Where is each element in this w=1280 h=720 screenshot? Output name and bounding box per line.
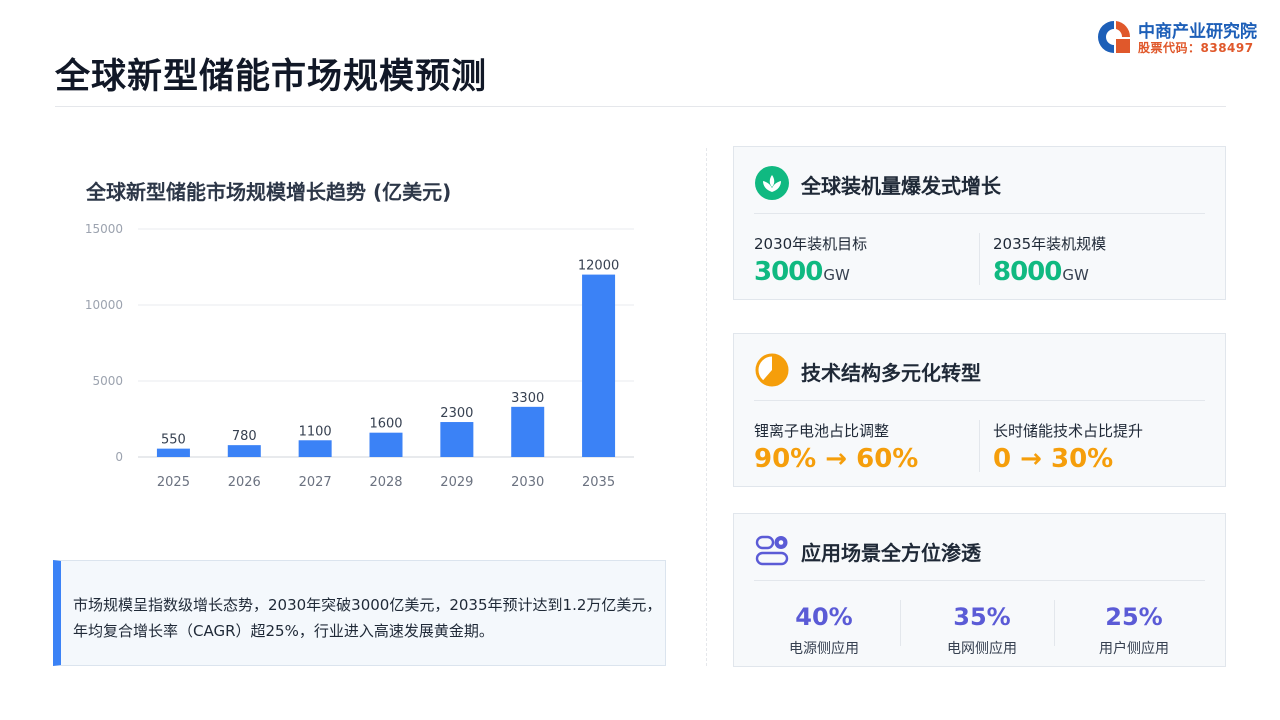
company-logo: 中商产业研究院 股票代码：838497 <box>1096 17 1276 57</box>
install-2030-label: 2030年装机目标 <box>754 235 868 253</box>
bar-value-label: 2300 <box>440 406 473 421</box>
card-install-divider <box>754 213 1205 214</box>
app-user-value: 25% <box>1105 603 1163 631</box>
app-user-label: 用户侧应用 <box>1099 641 1169 657</box>
x-tick-label: 2025 <box>157 475 190 490</box>
y-tick-label: 15000 <box>85 222 123 236</box>
x-tick-label: 2028 <box>369 475 402 490</box>
lithium-share-value: 90% → 60% <box>754 444 919 474</box>
card-install: 全球装机量爆发式增长 2030年装机目标 3000GW 2035年装机规模 80… <box>733 146 1226 300</box>
logo-mark-icon <box>1098 21 1131 53</box>
x-tick-label: 2035 <box>582 475 615 490</box>
x-tick-label: 2030 <box>511 475 544 490</box>
column-divider <box>706 148 707 666</box>
bar <box>582 274 616 457</box>
bar <box>227 445 261 457</box>
install-2030-value: 3000 <box>754 257 823 287</box>
stock-code: 股票代码：838497 <box>1138 41 1254 55</box>
card-install-column-divider <box>979 233 980 285</box>
sprout-icon <box>755 166 789 200</box>
card-apps: 应用场景全方位渗透 40% 电源侧应用 35% 电网侧应用 25% 用户侧应用 <box>733 513 1226 667</box>
summary-note-text: 市场规模呈指数级增长态势，2030年突破3000亿美元，2035年预计达到1.2… <box>73 596 662 640</box>
bar-value-label: 12000 <box>578 259 619 274</box>
x-tick-label: 2027 <box>299 475 332 490</box>
bar <box>298 440 332 457</box>
toggle-settings-icon <box>755 535 789 566</box>
y-tick-label: 0 <box>115 450 123 464</box>
bar <box>156 448 190 457</box>
bar-chart: 0 5000 10000 15000 550 2025 780 2026 1100 2027 160… <box>85 222 634 490</box>
long-duration-share-label: 长时储能技术占比提升 <box>993 422 1144 440</box>
install-2035-label: 2035年装机规模 <box>993 235 1107 253</box>
x-tick-label: 2026 <box>228 475 261 490</box>
x-tick-label: 2029 <box>440 475 473 490</box>
long-duration-share-value: 0 → 30% <box>993 444 1114 474</box>
card-apps-divider-1 <box>900 600 901 646</box>
card-tech-column-divider <box>979 420 980 472</box>
install-2035-value: 8000 <box>993 257 1062 287</box>
summary-note: 市场规模呈指数级增长态势，2030年突破3000亿美元，2035年预计达到1.2… <box>53 560 666 666</box>
app-grid-label: 电网侧应用 <box>947 641 1017 657</box>
y-tick-label: 5000 <box>92 374 123 388</box>
install-2030-unit: GW <box>823 266 850 284</box>
install-2035-value-wrap: 8000GW <box>993 257 1089 287</box>
bar-value-label: 3300 <box>511 391 544 406</box>
bar <box>511 406 545 457</box>
bar-value-label: 1100 <box>299 424 332 439</box>
card-apps-divider <box>754 580 1205 581</box>
install-2030-value-wrap: 3000GW <box>754 257 850 287</box>
card-tech-divider <box>754 400 1205 401</box>
app-grid-value: 35% <box>953 603 1011 631</box>
app-generation-label: 电源侧应用 <box>789 641 859 657</box>
bar <box>369 432 403 457</box>
lithium-share-label: 锂离子电池占比调整 <box>754 422 890 440</box>
card-install-title: 全球装机量爆发式增长 <box>801 174 1001 198</box>
app-generation-value: 40% <box>795 603 853 631</box>
install-2035-unit: GW <box>1062 266 1089 284</box>
bar <box>440 422 474 457</box>
card-apps-divider-2 <box>1054 600 1055 646</box>
bar-value-label: 1600 <box>369 417 402 432</box>
bar-value-label: 780 <box>232 429 257 444</box>
card-tech: 技术结构多元化转型 锂离子电池占比调整 90% → 60% 长时储能技术占比提升… <box>733 333 1226 487</box>
pie-chart-icon <box>755 353 789 387</box>
card-tech-title: 技术结构多元化转型 <box>801 361 981 385</box>
y-tick-label: 10000 <box>85 298 123 312</box>
card-apps-title: 应用场景全方位渗透 <box>801 541 981 565</box>
bar-value-label: 550 <box>161 433 186 448</box>
